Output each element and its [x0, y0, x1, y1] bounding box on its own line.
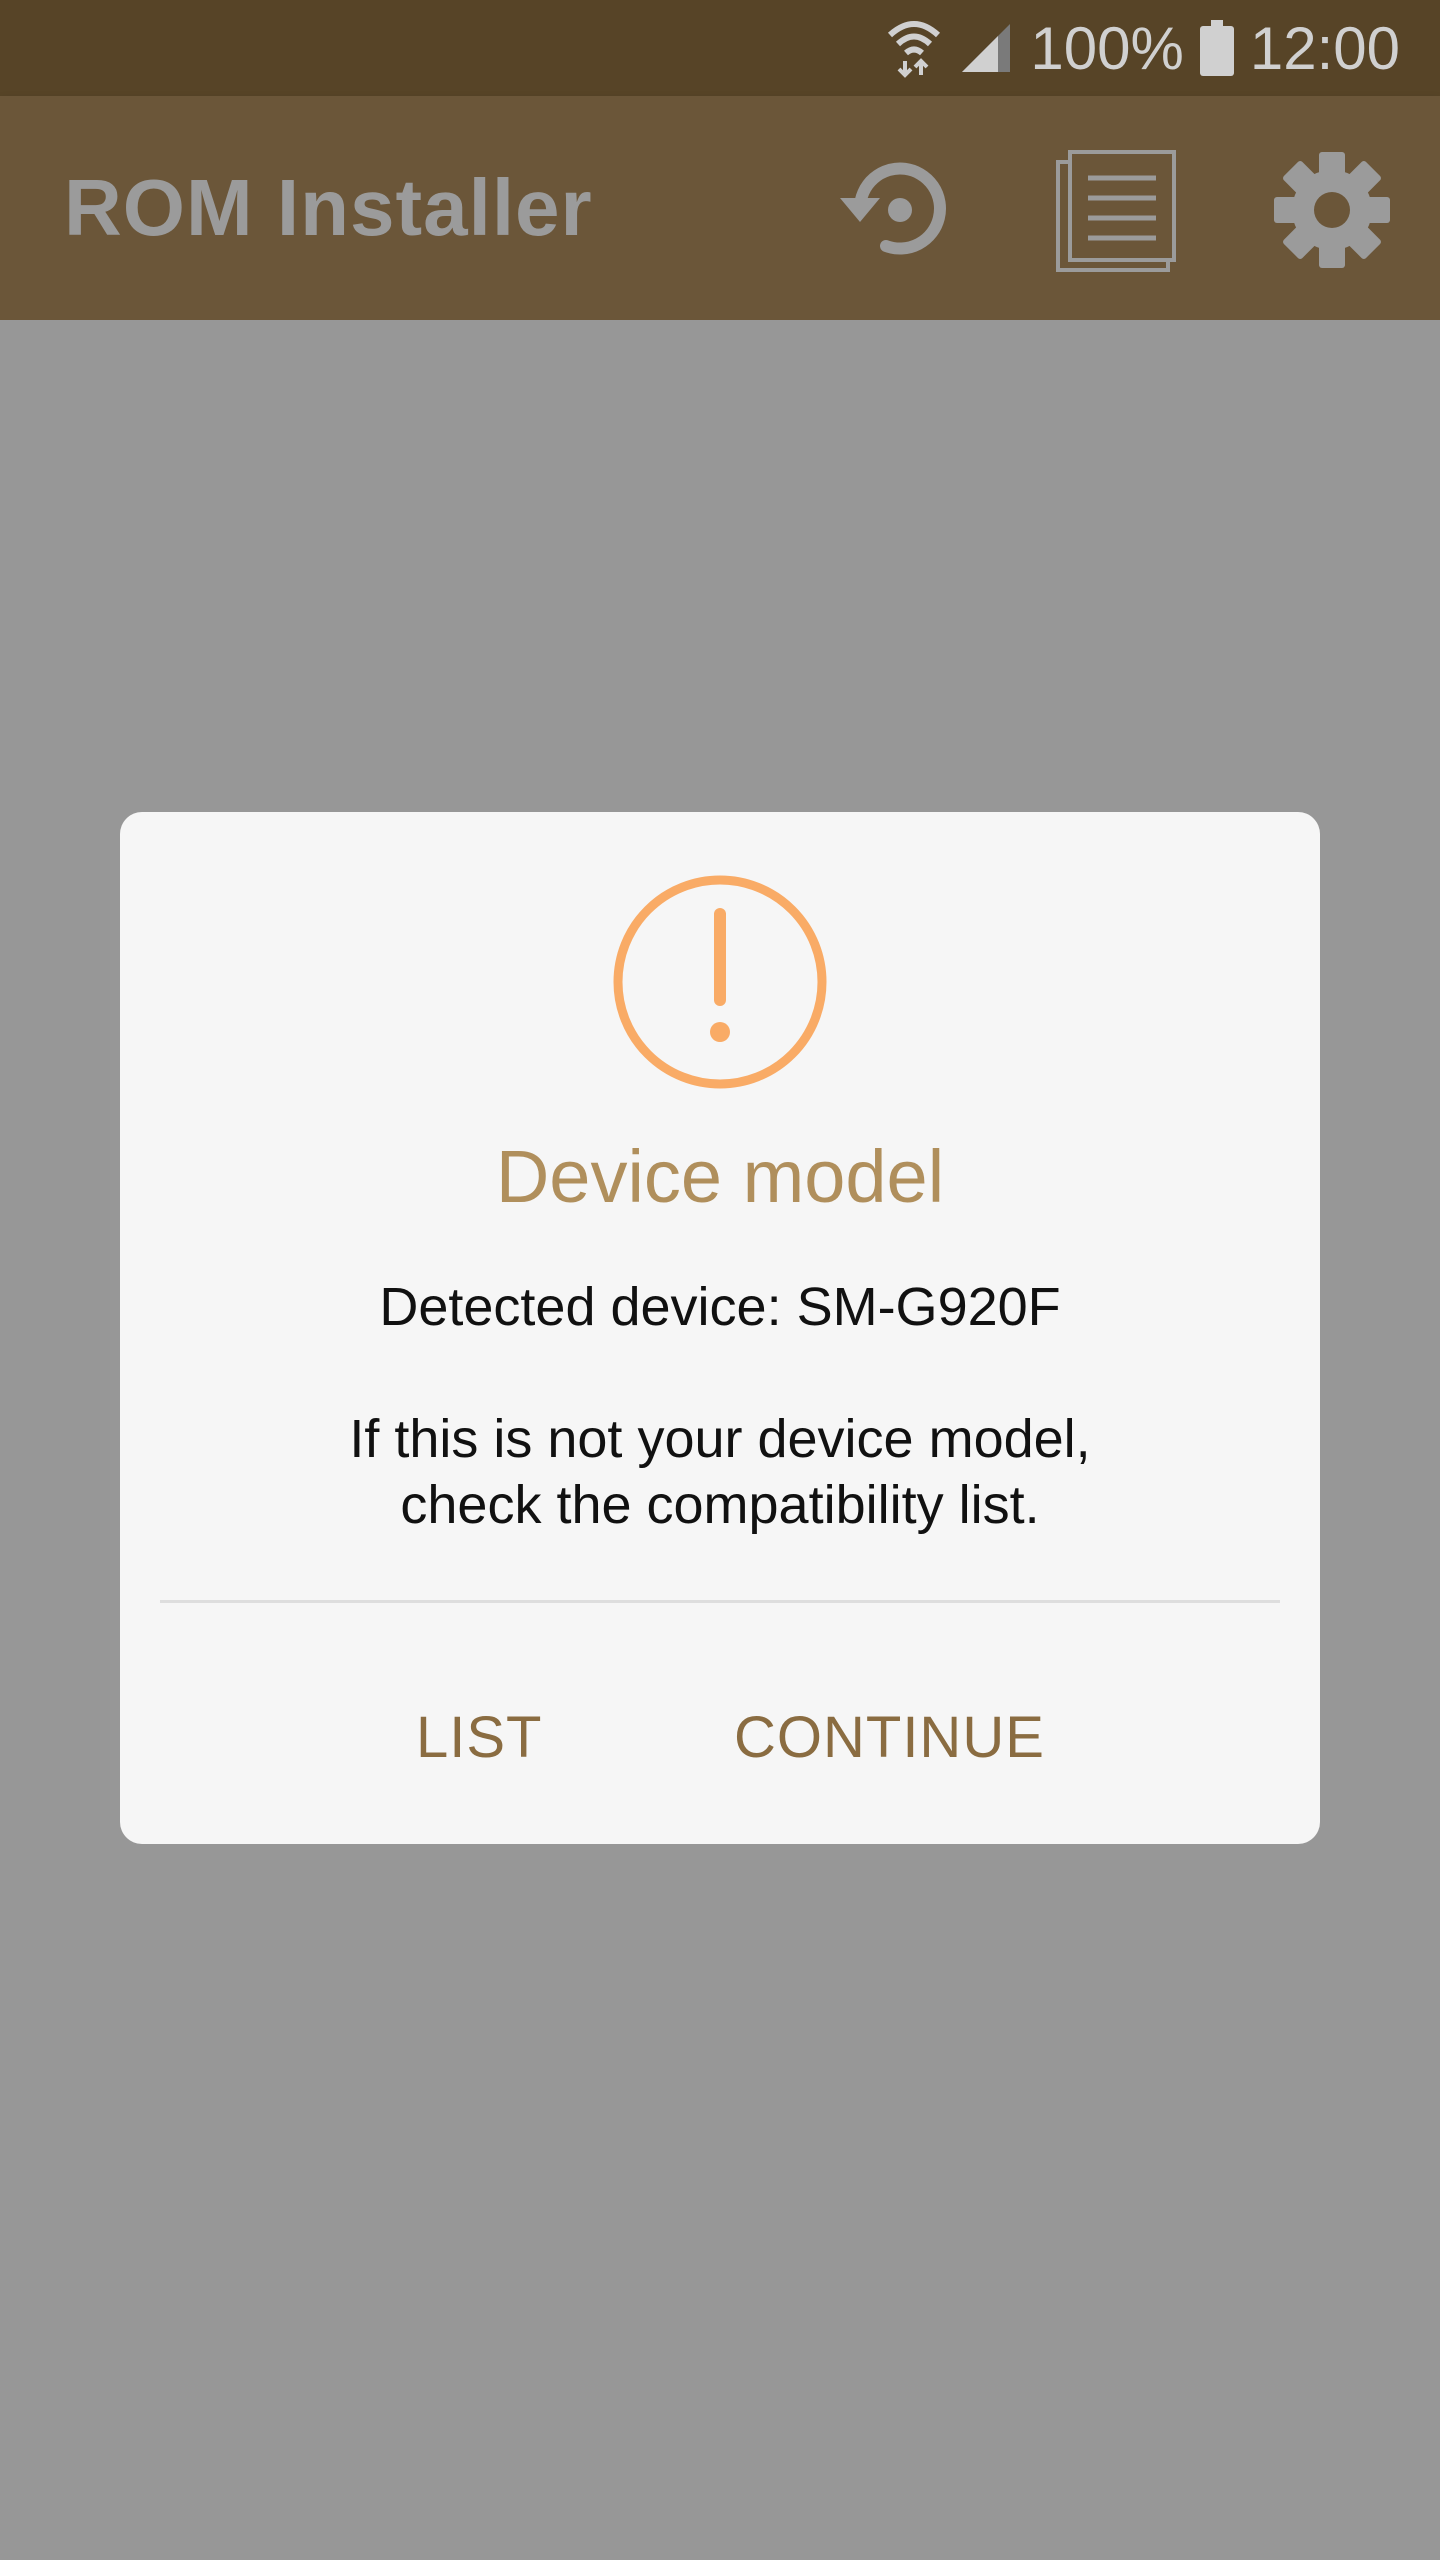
battery-percent: 100%: [1030, 14, 1184, 82]
dialog-message-line1: If this is not your device model,: [349, 1409, 1091, 1469]
restore-button[interactable]: [834, 146, 962, 274]
dialog-message: If this is not your device model, check …: [120, 1406, 1320, 1538]
log-list-icon: [1056, 150, 1176, 272]
dialog-message-line2: check the compatibility list.: [400, 1475, 1040, 1535]
settings-button[interactable]: [1268, 146, 1396, 274]
clock: 12:00: [1249, 14, 1400, 82]
dialog-divider: [160, 1600, 1280, 1603]
signal-icon: [958, 20, 1014, 76]
warning-circle-icon: [613, 875, 827, 1089]
device-model-dialog: Device model Detected device: SM-G920F I…: [120, 812, 1320, 1844]
status-bar: 100% 12:00: [0, 0, 1440, 96]
restore-icon: [840, 162, 946, 255]
app-bar: ROM Installer: [0, 96, 1440, 320]
list-button[interactable]: LIST: [416, 1682, 543, 1792]
app-title: ROM Installer: [64, 163, 593, 252]
battery-icon: [1199, 20, 1234, 76]
dialog-title: Device model: [495, 1135, 945, 1218]
detected-device-text: Detected device: SM-G920F: [379, 1277, 1061, 1337]
log-button[interactable]: [1052, 146, 1180, 274]
wifi-icon: [886, 17, 942, 79]
settings-gear-icon: [1274, 152, 1390, 268]
continue-button[interactable]: CONTINUE: [734, 1682, 1045, 1792]
